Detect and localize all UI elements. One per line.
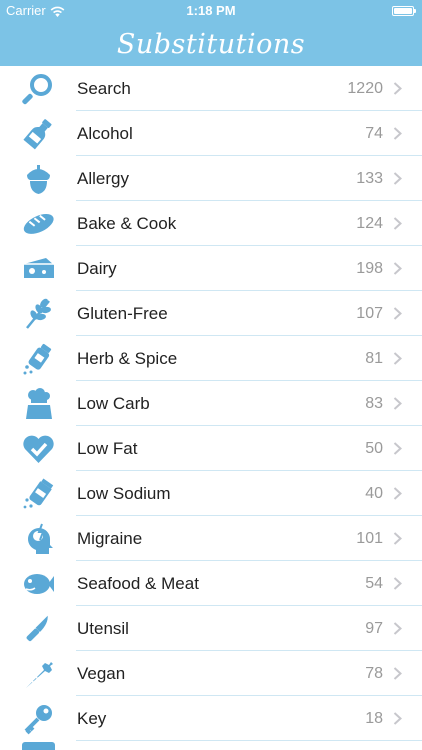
list-item-label: Allergy: [77, 169, 129, 188]
list-item-low-sodium[interactable]: Low Sodium 40: [0, 471, 422, 516]
chevron-right-icon: [393, 352, 402, 365]
chevron-right-icon: [393, 397, 402, 410]
list-item-count: 97: [365, 620, 383, 637]
list-item-herb-spice[interactable]: Herb & Spice 81: [0, 336, 422, 381]
list-item-count: 83: [365, 395, 383, 412]
list-item-label: Gluten-Free: [77, 304, 168, 323]
chef-icon: [22, 387, 55, 420]
list-item-label: Vegan: [77, 664, 126, 683]
chevron-right-icon: [393, 307, 402, 320]
list-item-low-carb[interactable]: Low Carb 83: [0, 381, 422, 426]
list-item-count: 40: [365, 485, 383, 502]
acorn-icon: [22, 162, 55, 195]
chevron-right-icon: [393, 262, 402, 275]
list-item-label: Alcohol: [77, 124, 133, 143]
list-item-count: 78: [365, 665, 383, 682]
list-item-count: 107: [356, 305, 383, 322]
spice-shaker-icon: [22, 342, 55, 375]
list-item-vegan[interactable]: Vegan 78: [0, 651, 422, 696]
chevron-right-icon: [393, 667, 402, 680]
list-item-low-fat[interactable]: Low Fat 50: [0, 426, 422, 471]
list-item-key[interactable]: Key 18: [0, 696, 422, 741]
list-item-label: Bake & Cook: [77, 214, 177, 233]
chevron-right-icon: [393, 532, 402, 545]
list-item-seafood-meat[interactable]: Seafood & Meat 54: [0, 561, 422, 606]
status-bar: Carrier 1:18 PM: [0, 0, 422, 22]
list-item-label: Seafood & Meat: [77, 574, 199, 593]
list-item-label: Herb & Spice: [77, 349, 178, 368]
list-item-count: 124: [356, 215, 383, 232]
chevron-right-icon: [393, 217, 402, 230]
list-item-count: 81: [365, 350, 383, 367]
list-item-search[interactable]: Search 1220: [0, 66, 422, 111]
list-item-gluten-free[interactable]: Gluten-Free 107: [0, 291, 422, 336]
list-item-label: Search: [77, 79, 131, 98]
chevron-right-icon: [393, 442, 402, 455]
list-item-count: 101: [356, 530, 383, 547]
chevron-right-icon: [393, 127, 402, 140]
list-item-dairy[interactable]: Dairy 198: [0, 246, 422, 291]
chevron-right-icon: [393, 622, 402, 635]
category-list: Search 1220 Alcohol 74 Allergy 133 Bake & Cook…: [0, 66, 422, 741]
salt-shaker-icon: [22, 477, 55, 510]
chevron-right-icon: [393, 82, 402, 95]
list-item-count: 18: [365, 710, 383, 727]
list-item-label: Key: [77, 709, 107, 728]
list-item-label: Utensil: [77, 619, 129, 638]
bread-icon: [22, 207, 55, 240]
list-item-count: 1220: [347, 80, 383, 97]
list-item-label: Low Carb: [77, 394, 150, 413]
battery-icon: [392, 6, 416, 16]
migraine-head-icon: [22, 522, 55, 555]
chevron-right-icon: [393, 577, 402, 590]
chevron-right-icon: [393, 172, 402, 185]
list-item-count: 74: [365, 125, 383, 142]
heart-check-icon: [22, 432, 55, 465]
list-item-label: Low Sodium: [77, 484, 171, 503]
chevron-right-icon: [393, 712, 402, 725]
bottle-icon: [22, 117, 55, 150]
list-item-count: 133: [356, 170, 383, 187]
carrot-icon: [22, 657, 55, 690]
key-icon: [22, 702, 55, 735]
navigation-bar: Carrier 1:18 PM Substitutions: [0, 0, 422, 66]
list-item-migraine[interactable]: Migraine 101: [0, 516, 422, 561]
list-item-bake-cook[interactable]: Bake & Cook 124: [0, 201, 422, 246]
status-time: 1:18 PM: [186, 3, 236, 18]
search-icon: [22, 72, 55, 105]
list-item-count: 50: [365, 440, 383, 457]
list-item-count: 54: [365, 575, 383, 592]
list-item-utensil[interactable]: Utensil 97: [0, 606, 422, 651]
fish-icon: [22, 567, 55, 600]
list-item-count: 198: [356, 260, 383, 277]
list-item-label: Migraine: [77, 529, 143, 548]
list-item-label: Dairy: [77, 259, 117, 278]
wheat-icon: [22, 297, 55, 330]
list-item-label: Low Fat: [77, 439, 138, 458]
cheese-icon: [22, 252, 55, 285]
knife-icon: [22, 612, 55, 645]
partial-list-icon: [22, 742, 55, 750]
chevron-right-icon: [393, 487, 402, 500]
list-item-allergy[interactable]: Allergy 133: [0, 156, 422, 201]
list-item-alcohol[interactable]: Alcohol 74: [0, 111, 422, 156]
page-title: Substitutions: [116, 29, 306, 60]
